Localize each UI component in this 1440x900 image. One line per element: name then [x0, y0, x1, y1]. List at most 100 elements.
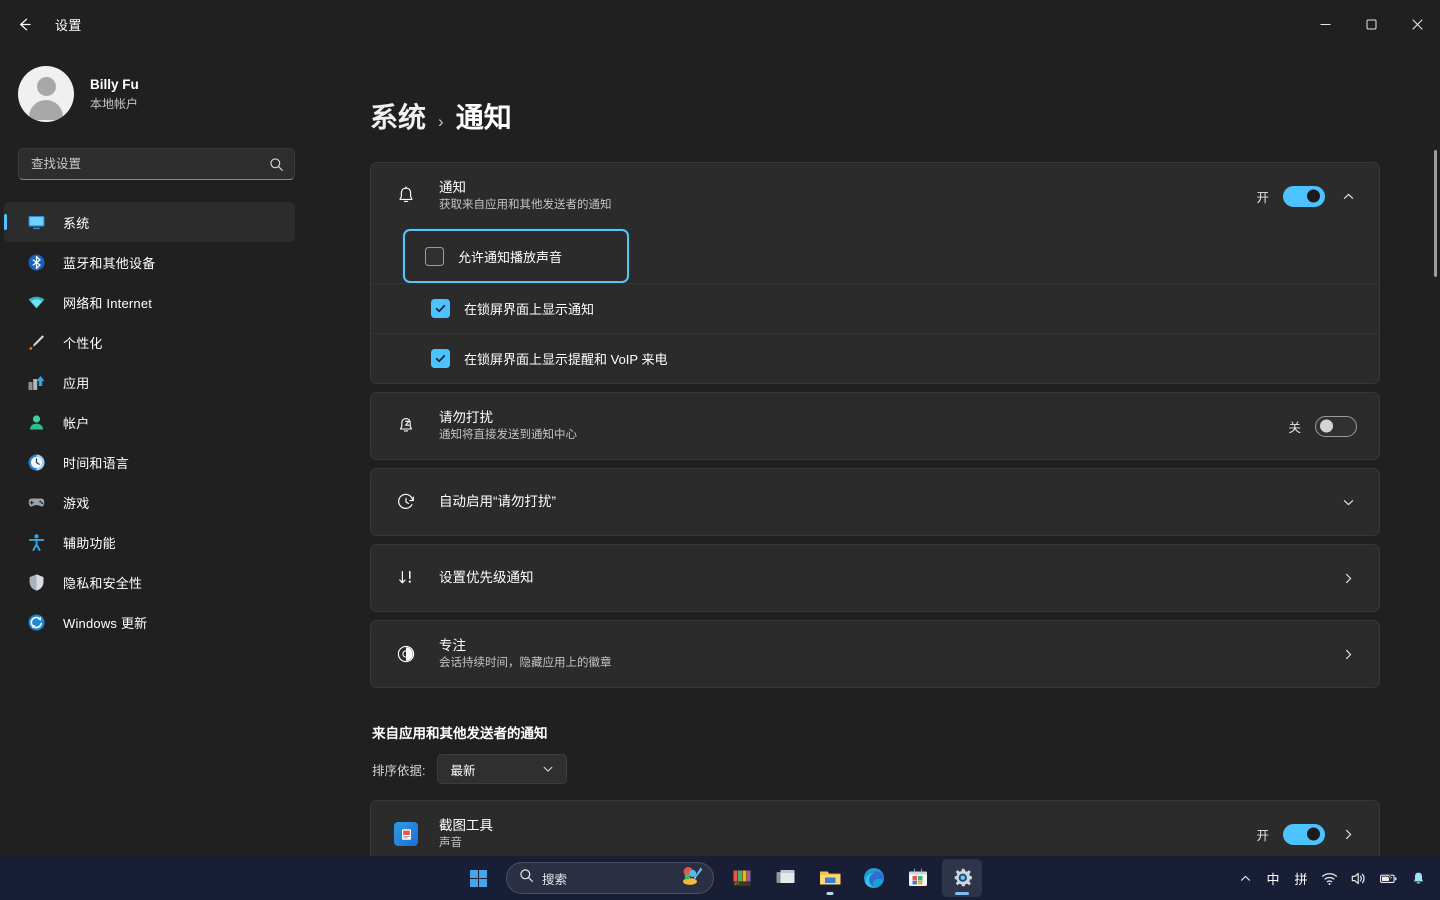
taskbar-center-group: 搜索 PT — [458, 859, 982, 897]
sort-label: 排序依据: — [372, 760, 425, 779]
sort-dropdown[interactable]: 最新 — [437, 754, 567, 784]
app-row-snipping-tool: 截图工具 声音 开 — [370, 800, 1380, 856]
breadcrumb-parent[interactable]: 系统 — [370, 96, 426, 136]
bluetooth-icon — [26, 252, 46, 272]
windows-start-icon — [468, 868, 489, 889]
dnd-toggle[interactable] — [1315, 416, 1357, 437]
auto-dnd-row[interactable]: 自动启用“请勿打扰” — [371, 469, 1379, 535]
sidebar-item-personalization[interactable]: 个性化 — [4, 322, 295, 362]
avatar — [18, 66, 74, 122]
row-subtitle: 会话持续时间，隐藏应用上的徽章 — [439, 656, 1339, 671]
start-button[interactable] — [458, 859, 498, 897]
sidebar-item-label: 个性化 — [63, 333, 103, 352]
notifications-toggle[interactable] — [1283, 186, 1325, 207]
allow-notification-sound-row[interactable]: 允许通知播放声音 — [403, 229, 629, 283]
settings-gear-icon — [950, 866, 975, 891]
chevron-right-icon[interactable] — [1339, 648, 1357, 661]
sidebar-item-system[interactable]: 系统 — [4, 202, 295, 242]
sidebar-item-label: 隐私和安全性 — [63, 573, 142, 592]
sidebar-item-accounts[interactable]: 帐户 — [4, 402, 295, 442]
do-not-disturb-row[interactable]: 请勿打扰 通知将直接发送到通知中心 关 — [371, 393, 1379, 459]
sidebar-item-accessibility[interactable]: 辅助功能 — [4, 522, 295, 562]
search-input[interactable] — [31, 157, 269, 171]
sidebar-item-bluetooth[interactable]: 蓝牙和其他设备 — [4, 242, 295, 282]
chevron-down-icon[interactable] — [1339, 496, 1357, 509]
maximize-button[interactable] — [1348, 0, 1394, 48]
powertoys-taskbar-icon: PT — [730, 866, 754, 890]
show-on-lock-screen-row[interactable]: 在锁屏界面上显示通知 — [371, 283, 1379, 333]
chevron-right-icon[interactable] — [1339, 828, 1357, 841]
row-subtitle: 通知将直接发送到通知中心 — [439, 428, 1288, 443]
show-hidden-icons-button[interactable] — [1232, 860, 1258, 896]
show-voip-on-lock-screen-row[interactable]: 在锁屏界面上显示提醒和 VoIP 来电 — [371, 333, 1379, 383]
sidebar-item-windows-update[interactable]: Windows 更新 — [4, 602, 295, 642]
volume-button[interactable] — [1345, 860, 1372, 896]
ime-mode-button[interactable]: 中 — [1260, 860, 1286, 896]
sidebar-item-apps[interactable]: 应用 — [4, 362, 295, 402]
notifications-card: 通知 获取来自应用和其他发送者的通知 开 — [370, 162, 1380, 384]
priority-notifications-row[interactable]: 设置优先级通知 — [371, 545, 1379, 611]
chevron-right-icon[interactable] — [1339, 572, 1357, 585]
chevron-up-icon[interactable] — [1339, 190, 1357, 203]
allow-notification-sound-checkbox[interactable] — [425, 247, 444, 266]
taskbar-item-task-view[interactable] — [766, 859, 806, 897]
sidebar-item-time-language[interactable]: 时间和语言 — [4, 442, 295, 482]
apps-section-heading: 来自应用和其他发送者的通知 — [372, 722, 1380, 742]
battery-button[interactable] — [1374, 860, 1403, 896]
close-button[interactable] — [1394, 0, 1440, 48]
sidebar-item-label: 时间和语言 — [63, 453, 129, 472]
taskbar-item-store[interactable] — [898, 859, 938, 897]
store-icon — [906, 866, 930, 890]
minimize-button[interactable] — [1302, 0, 1348, 48]
sidebar-item-label: 帐户 — [63, 413, 89, 432]
sort-row: 排序依据: 最新 — [370, 754, 1380, 784]
page-title: 通知 — [456, 96, 512, 136]
app-name: 截图工具 — [439, 817, 1256, 835]
breadcrumb-separator: › — [438, 112, 444, 132]
account-block[interactable]: Billy Fu 本地帐户 — [0, 48, 320, 128]
close-icon — [1412, 19, 1423, 30]
search-box[interactable] — [18, 148, 295, 180]
priority-notifications-card: 设置优先级通知 — [370, 544, 1380, 612]
app-toggle[interactable] — [1283, 824, 1325, 845]
notification-bell-icon[interactable] — [1405, 860, 1432, 896]
main-content: 系统 › 通知 — [320, 48, 1440, 856]
taskbar-item-powertoys[interactable]: PT — [722, 859, 762, 897]
show-on-lock-screen-checkbox[interactable] — [431, 299, 450, 318]
sidebar-item-label: 游戏 — [63, 493, 89, 512]
notifications-toggle-state: 开 — [1256, 187, 1269, 206]
sidebar-item-label: 应用 — [63, 373, 89, 392]
maximize-icon — [1366, 19, 1377, 30]
taskbar-item-settings[interactable] — [942, 859, 982, 897]
focus-card: 专注 会话持续时间，隐藏应用上的徽章 — [370, 620, 1380, 688]
apps-icon — [26, 372, 46, 392]
svg-text:PT: PT — [735, 882, 739, 886]
dnd-icon — [389, 415, 423, 437]
app-row[interactable]: 截图工具 声音 开 — [371, 801, 1379, 856]
sidebar-item-privacy-security[interactable]: 隐私和安全性 — [4, 562, 295, 602]
sidebar-item-gaming[interactable]: 游戏 — [4, 482, 295, 522]
check-icon — [434, 352, 447, 365]
taskbar-item-edge[interactable] — [854, 859, 894, 897]
row-title: 请勿打扰 — [439, 409, 1288, 427]
network-icon — [26, 292, 46, 312]
sidebar-item-network[interactable]: 网络和 Internet — [4, 282, 295, 322]
focus-row[interactable]: 专注 会话持续时间，隐藏应用上的徽章 — [371, 621, 1379, 687]
sort-value: 最新 — [450, 760, 475, 779]
do-not-disturb-card: 请勿打扰 通知将直接发送到通知中心 关 — [370, 392, 1380, 460]
taskbar-search[interactable]: 搜索 — [506, 862, 714, 894]
focus-icon — [389, 643, 423, 665]
copilot-paint-icon[interactable] — [681, 865, 707, 892]
sidebar-item-label: 系统 — [63, 213, 89, 232]
wifi-button[interactable] — [1316, 860, 1343, 896]
sidebar-item-label: 网络和 Internet — [63, 293, 152, 312]
taskbar-item-file-explorer[interactable] — [810, 859, 850, 897]
check-icon — [434, 302, 447, 315]
row-subtitle: 获取来自应用和其他发送者的通知 — [439, 198, 1256, 213]
system-icon — [26, 212, 46, 232]
search-icon — [269, 157, 284, 172]
back-button[interactable] — [7, 7, 41, 41]
ime-pinyin-button[interactable]: 拼 — [1288, 860, 1314, 896]
notifications-row[interactable]: 通知 获取来自应用和其他发送者的通知 开 — [371, 163, 1379, 229]
show-voip-on-lock-screen-checkbox[interactable] — [431, 349, 450, 368]
